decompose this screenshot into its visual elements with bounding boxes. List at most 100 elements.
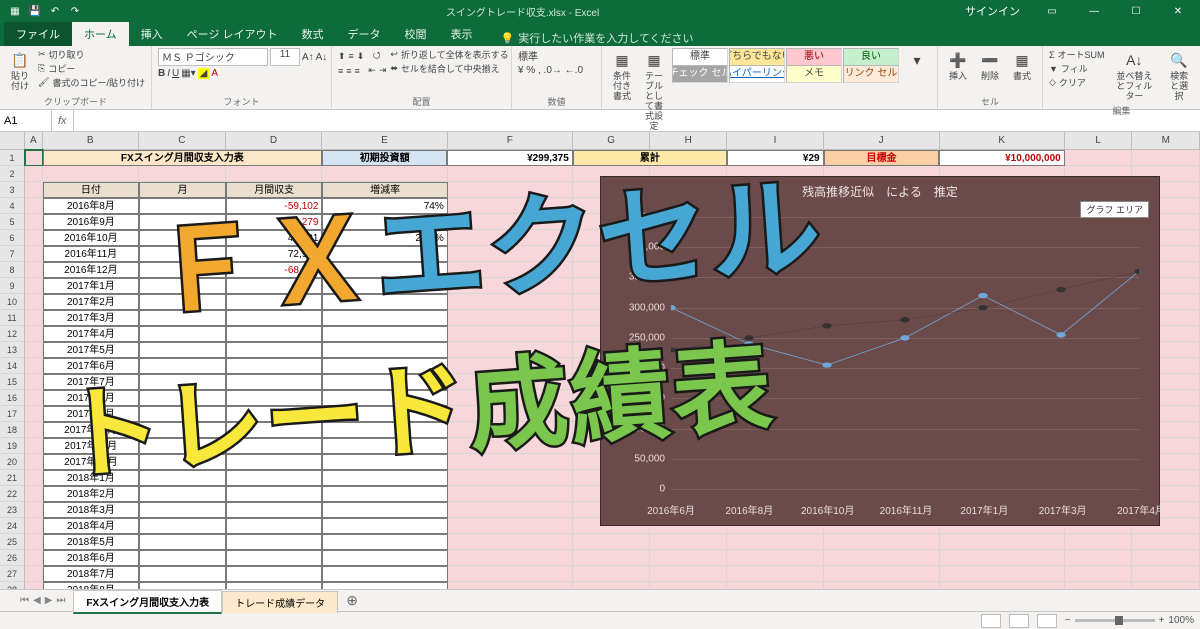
row-header[interactable]: 7: [0, 246, 25, 262]
cell[interactable]: [448, 486, 573, 502]
cell[interactable]: [139, 198, 226, 214]
cell[interactable]: [1065, 550, 1133, 566]
cell[interactable]: 74%: [322, 198, 447, 214]
cell[interactable]: [322, 566, 447, 582]
col-D[interactable]: D: [226, 132, 322, 149]
view-page-break-icon[interactable]: [1037, 614, 1057, 628]
tab-formulas[interactable]: 数式: [290, 22, 336, 46]
cell[interactable]: -59,102: [226, 198, 322, 214]
style-good[interactable]: 良い: [843, 48, 899, 66]
cell[interactable]: [322, 534, 447, 550]
cell[interactable]: [650, 534, 727, 550]
align-bot-icon[interactable]: ⬇: [357, 51, 365, 62]
cell[interactable]: [139, 342, 226, 358]
style-neutral[interactable]: どちらでもない: [729, 48, 785, 66]
tab-page-layout[interactable]: ページ レイアウト: [175, 22, 290, 46]
row-header[interactable]: 1: [0, 150, 25, 166]
cell[interactable]: [940, 550, 1065, 566]
cell[interactable]: [25, 230, 43, 246]
cell[interactable]: [226, 470, 322, 486]
cell[interactable]: 2017年3月: [43, 310, 139, 326]
cell[interactable]: [226, 326, 322, 342]
cell[interactable]: [226, 406, 322, 422]
cell[interactable]: [322, 374, 447, 390]
cell[interactable]: [824, 582, 940, 589]
cell[interactable]: [139, 550, 226, 566]
cell[interactable]: [226, 566, 322, 582]
row-header[interactable]: 11: [0, 310, 25, 326]
cell[interactable]: [322, 486, 447, 502]
sheet-nav-prev-icon[interactable]: ◀: [33, 595, 41, 606]
copy-button[interactable]: ⎘コピー: [38, 62, 145, 75]
cell[interactable]: [727, 566, 823, 582]
view-page-layout-icon[interactable]: [1009, 614, 1029, 628]
row-header[interactable]: 25: [0, 534, 25, 550]
cell[interactable]: [25, 374, 43, 390]
worksheet-grid[interactable]: A B C D E F G H I J K L M 1FXスイング月間収支入力表…: [0, 132, 1200, 589]
cell[interactable]: [226, 358, 322, 374]
cell[interactable]: [226, 518, 322, 534]
col-G[interactable]: G: [573, 132, 650, 149]
cell[interactable]: [940, 582, 1065, 589]
cell[interactable]: 2016年12月: [43, 262, 139, 278]
cell[interactable]: [573, 566, 650, 582]
currency-icon[interactable]: ¥: [518, 65, 524, 76]
row-header[interactable]: 10: [0, 294, 25, 310]
cell[interactable]: [448, 246, 573, 262]
cell[interactable]: [650, 582, 727, 589]
cell[interactable]: [226, 166, 322, 182]
cell[interactable]: [1065, 534, 1133, 550]
cell[interactable]: [226, 454, 322, 470]
cell[interactable]: 2017年12月: [43, 454, 139, 470]
close-icon[interactable]: ✕: [1158, 0, 1198, 22]
cell[interactable]: [139, 454, 226, 470]
col-C[interactable]: C: [139, 132, 226, 149]
cell[interactable]: 2.05%: [322, 230, 447, 246]
cell[interactable]: [322, 582, 447, 589]
cell[interactable]: -68,886: [226, 262, 322, 278]
orientation-icon[interactable]: ⭯: [373, 48, 381, 64]
row-header[interactable]: 12: [0, 326, 25, 342]
cell[interactable]: [448, 166, 573, 182]
cell[interactable]: [727, 550, 823, 566]
align-right-icon[interactable]: ≡: [354, 66, 359, 76]
row-header[interactable]: 26: [0, 550, 25, 566]
style-check[interactable]: チェック セル: [672, 65, 728, 83]
cell[interactable]: [448, 566, 573, 582]
cell[interactable]: [226, 486, 322, 502]
cell[interactable]: 2016年8月: [43, 198, 139, 214]
cell[interactable]: [25, 310, 43, 326]
cell[interactable]: [650, 550, 727, 566]
cell[interactable]: [1065, 150, 1133, 166]
cell[interactable]: [25, 534, 43, 550]
zoom-slider[interactable]: [1075, 619, 1155, 622]
minimize-icon[interactable]: —: [1074, 0, 1114, 22]
sheet-tab-1[interactable]: FXスイング月間収支入力表: [73, 590, 222, 614]
number-format-select[interactable]: 標準: [518, 48, 596, 63]
sheet-nav-first-icon[interactable]: ⏮: [20, 595, 29, 606]
insert-cells-button[interactable]: ➕挿入: [944, 48, 972, 83]
cut-button[interactable]: ✂切り取り: [38, 48, 145, 61]
row-header[interactable]: 16: [0, 390, 25, 406]
select-all-corner[interactable]: [0, 132, 25, 149]
row-header[interactable]: 4: [0, 198, 25, 214]
cell[interactable]: [25, 326, 43, 342]
cell[interactable]: [448, 294, 573, 310]
cell-styles-button[interactable]: ▾: [903, 48, 931, 72]
tab-insert[interactable]: 挿入: [129, 22, 175, 46]
cell[interactable]: [1132, 150, 1200, 166]
cell[interactable]: 2017年7月: [43, 374, 139, 390]
save-icon[interactable]: 💾: [28, 4, 42, 18]
cell[interactable]: 2018年1月: [43, 470, 139, 486]
style-bad[interactable]: 悪い: [786, 48, 842, 66]
cell[interactable]: [25, 342, 43, 358]
cell[interactable]: [448, 406, 573, 422]
cell[interactable]: [25, 502, 43, 518]
row-header[interactable]: 23: [0, 502, 25, 518]
delete-cells-button[interactable]: ➖削除: [976, 48, 1004, 83]
cell[interactable]: [727, 582, 823, 589]
cell[interactable]: [139, 518, 226, 534]
cell[interactable]: [139, 246, 226, 262]
cell[interactable]: [25, 182, 43, 198]
row-header[interactable]: 6: [0, 230, 25, 246]
